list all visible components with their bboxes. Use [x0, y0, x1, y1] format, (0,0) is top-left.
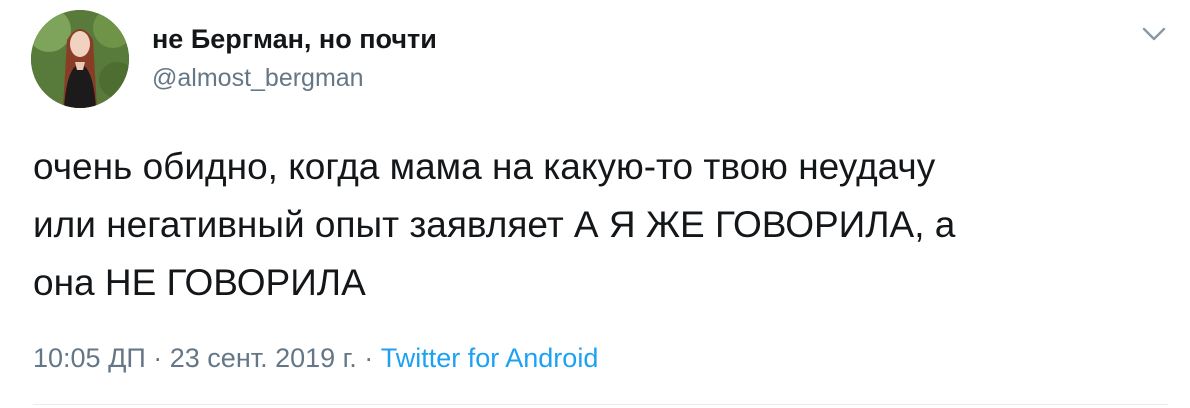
chevron-down-icon[interactable] [1140, 24, 1168, 44]
divider [33, 404, 1168, 405]
avatar[interactable] [31, 10, 129, 108]
tweet-source-link[interactable]: Twitter for Android [381, 343, 599, 373]
author-handle[interactable]: @almost_bergman [152, 62, 364, 94]
tweet-meta: 10:05 ДП · 23 сент. 2019 г. · Twitter fo… [33, 340, 598, 376]
author-display-name[interactable]: не Бергман, но почти [152, 22, 437, 56]
meta-separator: · [356, 343, 381, 373]
meta-separator: · [145, 343, 170, 373]
tweet-date[interactable]: 23 сент. 2019 г. [170, 343, 357, 373]
tweet-time[interactable]: 10:05 ДП [33, 343, 146, 373]
tweet-text: очень обидно, когда мама на какую-то тво… [33, 146, 956, 303]
